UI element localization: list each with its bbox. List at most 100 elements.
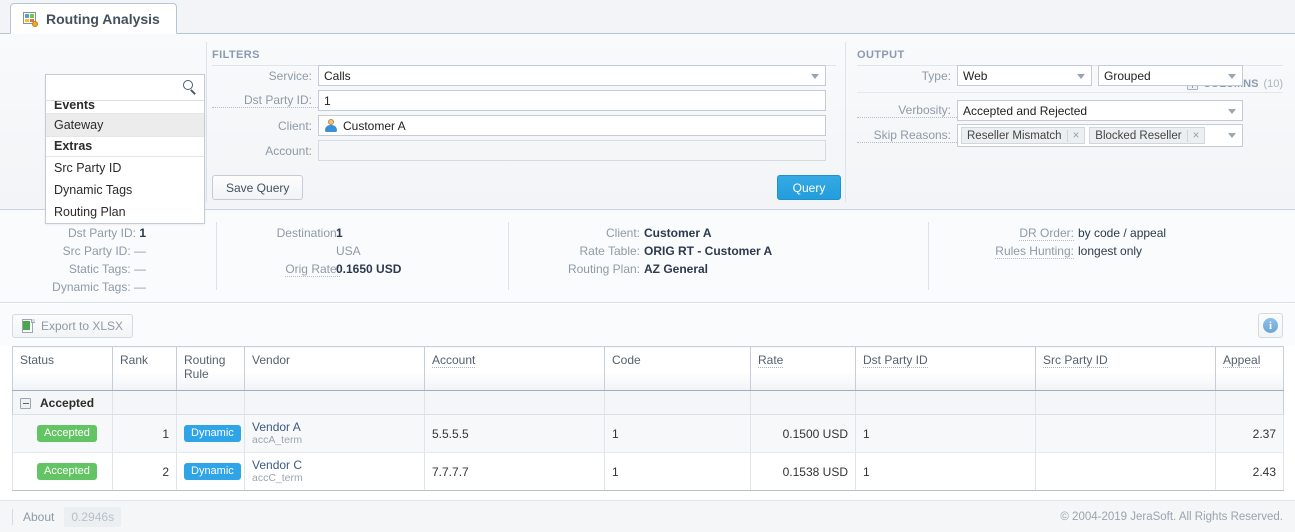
client-value: Customer A: [343, 118, 406, 133]
account-input[interactable]: [318, 140, 826, 161]
search-item-gateway[interactable]: Gateway: [46, 114, 204, 137]
filter-panel: Events Gateway Extras Src Party ID Dynam…: [0, 34, 1295, 224]
summary-value: by code / appeal: [1078, 226, 1167, 240]
table-row[interactable]: Accepted 2 Dynamic Vendor C accC_term 7.…: [12, 452, 1284, 491]
summary-value: —: [134, 244, 146, 258]
summary-destination-value: 1: [336, 226, 343, 240]
col-header-account[interactable]: Account: [424, 346, 605, 391]
chevron-down-icon: [1228, 109, 1236, 114]
output-divider: [857, 92, 1283, 93]
group-cell: [750, 390, 856, 415]
search-item-routing-plan[interactable]: Routing Plan: [46, 201, 204, 223]
footer-left: About 0.2946s: [12, 506, 122, 527]
remove-icon[interactable]: ×: [1066, 129, 1085, 142]
search-icon: [183, 80, 198, 95]
cell-code: 1: [604, 414, 751, 453]
account-label: Account:: [265, 143, 312, 158]
group-cell: [424, 390, 605, 415]
chevron-down-icon: [1228, 74, 1236, 79]
client-input[interactable]: Customer A: [318, 115, 826, 136]
group-cell-label[interactable]: Accepted: [12, 390, 113, 415]
skip-reason-tag-label: Reseller Mismatch: [967, 129, 1062, 142]
cell-rank: 1: [112, 414, 177, 453]
table-row[interactable]: Accepted 1 Dynamic Vendor A accA_term 5.…: [12, 414, 1284, 453]
search-item-dynamic-tags[interactable]: Dynamic Tags: [46, 179, 204, 201]
panel-divider-left: [206, 42, 207, 202]
summary-value: —: [134, 280, 146, 294]
cell-code: 1: [604, 452, 751, 491]
user-avatar-icon: [324, 119, 338, 132]
service-value: Calls: [324, 68, 351, 83]
tab-routing-analysis[interactable]: Routing Analysis: [10, 3, 177, 34]
summary-value: 1: [139, 226, 146, 240]
summary-label: Static Tags:: [68, 262, 131, 276]
row-dst-party-id: Dst Party ID: 1: [212, 90, 836, 111]
query-button[interactable]: Query: [777, 175, 841, 200]
col-header-status[interactable]: Status: [12, 346, 113, 391]
cell-appeal: 2.37: [1215, 414, 1284, 453]
summary-label: Rules Hunting:: [995, 244, 1074, 259]
summary-dst-party-id: Dst Party ID: 1: [6, 226, 146, 240]
vendor-name: Vendor A: [252, 420, 301, 434]
col-label: Rate: [758, 353, 784, 368]
col-header-src-party-id[interactable]: Src Party ID: [1035, 346, 1216, 391]
type-select[interactable]: Web: [957, 65, 1092, 86]
grouping-select[interactable]: Grouped: [1098, 65, 1243, 86]
cell-dst-party-id: 1: [855, 414, 1036, 453]
summary-client-value: Customer A: [644, 226, 712, 240]
summary-orig-rate-label: Orig Rate:: [230, 262, 340, 277]
skip-reasons-select[interactable]: Reseller Mismatch × Blocked Reseller ×: [957, 124, 1243, 147]
remove-icon[interactable]: ×: [1186, 129, 1205, 142]
dst-party-id-label: Dst Party ID:: [212, 93, 318, 108]
cell-vendor[interactable]: Vendor C accC_term: [244, 452, 425, 491]
about-link[interactable]: About: [23, 510, 64, 524]
col-label: Account: [432, 353, 476, 368]
col-header-rate[interactable]: Rate: [750, 346, 856, 391]
group-cell: [176, 390, 245, 415]
service-select[interactable]: Calls: [318, 65, 826, 86]
table-group-row[interactable]: Accepted: [12, 390, 1284, 415]
summary-rules-hunting-value: longest only: [1078, 244, 1142, 258]
cell-dst-party-id: 1: [855, 452, 1036, 491]
routing-analysis-page: Routing Analysis Events Gateway Extras S…: [0, 0, 1295, 532]
col-header-vendor[interactable]: Vendor: [244, 346, 425, 391]
summary-rules-hunting-label: Rules Hunting:: [950, 244, 1074, 259]
field-search-dropdown[interactable]: Events Gateway Extras Src Party ID Dynam…: [45, 74, 205, 224]
collapse-icon[interactable]: [20, 397, 31, 409]
routing-rule-badge: Dynamic: [184, 425, 241, 442]
skip-reason-tag-label: Blocked Reseller: [1095, 129, 1182, 142]
col-header-rank[interactable]: Rank: [112, 346, 177, 391]
summary-value: —: [134, 262, 146, 276]
footer-divider: [12, 508, 13, 525]
grouping-value: Grouped: [1104, 68, 1151, 83]
dst-party-id-input[interactable]: 1: [318, 90, 826, 111]
summary-client-label: Client:: [530, 226, 640, 240]
col-header-routing-rule[interactable]: Routing Rule: [176, 346, 245, 391]
summary-rate-table-label: Rate Table:: [530, 244, 641, 258]
summary-destination-label: Destination:: [230, 226, 340, 240]
output-section-title: OUTPUT: [857, 49, 1283, 66]
col-header-appeal[interactable]: Appeal: [1215, 346, 1284, 391]
info-button[interactable]: i: [1258, 313, 1283, 338]
table-header-row: Status Rank Routing Rule Vendor Account …: [12, 346, 1284, 391]
group-label: Accepted: [40, 395, 95, 410]
col-header-code[interactable]: Code: [604, 346, 751, 391]
col-header-dst-party-id[interactable]: Dst Party ID: [855, 346, 1036, 391]
cell-vendor[interactable]: Vendor A accA_term: [244, 414, 425, 453]
summary-value: AZ General: [644, 262, 709, 276]
verbosity-select[interactable]: Accepted and Rejected: [957, 100, 1243, 121]
cell-account: 5.5.5.5: [424, 414, 605, 453]
summary-label: Rate Table:: [579, 244, 641, 258]
export-to-xlsx-button[interactable]: Export to XLSX: [12, 314, 134, 338]
save-query-button[interactable]: Save Query: [212, 175, 304, 200]
search-input[interactable]: [52, 76, 180, 99]
skip-reason-tag[interactable]: Blocked Reseller ×: [1089, 127, 1206, 144]
client-label: Client:: [277, 118, 312, 133]
status-badge: Accepted: [37, 425, 97, 442]
search-item-src-party-id[interactable]: Src Party ID: [46, 157, 204, 179]
col-label: Rank: [120, 353, 149, 367]
skip-reason-tag[interactable]: Reseller Mismatch ×: [961, 127, 1086, 144]
cell-src-party-id: [1035, 452, 1216, 491]
verbosity-label: Verbosity:: [857, 103, 957, 118]
search-field-row[interactable]: [46, 75, 204, 101]
